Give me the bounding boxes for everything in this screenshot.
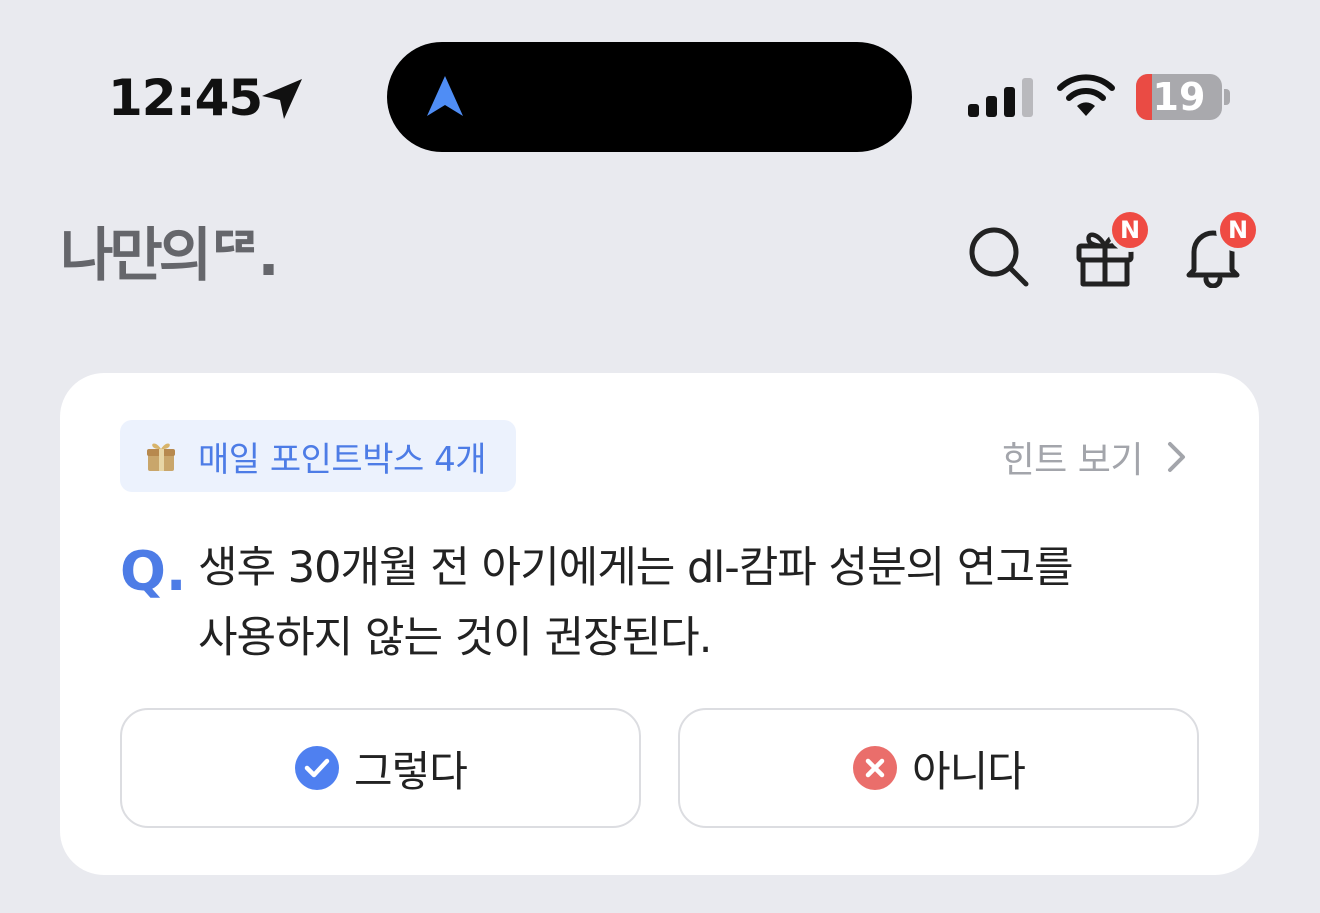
- app-screen: 12:45 19 나만의ᄃᄅ. N N 매일 포인트박스 4개 힌트 보기 Q.…: [0, 0, 1320, 913]
- hint-label: 힌트 보기: [1001, 440, 1144, 481]
- answer-yes-button[interactable]: 그렇다: [120, 708, 641, 828]
- search-icon[interactable]: [966, 224, 1032, 290]
- bell-notification-badge: N: [1216, 208, 1260, 252]
- dynamic-island: [387, 42, 912, 152]
- daily-pointbox-label: 매일 포인트박스 4개: [198, 439, 487, 480]
- question-marker: Q.: [120, 540, 187, 603]
- quiz-card: 매일 포인트박스 4개 힌트 보기 Q. 생후 30개월 전 아기에게는 dl-…: [60, 373, 1259, 875]
- check-circle-icon: [295, 746, 340, 790]
- gift-box-icon: [147, 443, 175, 471]
- location-arrow-icon: [262, 79, 302, 119]
- answer-yes-label: 그렇다: [354, 746, 468, 796]
- daily-pointbox-chip[interactable]: 매일 포인트박스 4개: [120, 420, 516, 492]
- battery-level: 19: [1152, 75, 1206, 119]
- wifi-icon: [1057, 74, 1115, 116]
- x-circle-icon: [853, 746, 898, 790]
- navigation-icon: [427, 76, 463, 116]
- cellular-signal-icon: [968, 78, 1033, 117]
- status-time: 12:45: [108, 69, 263, 127]
- hint-link[interactable]: 힌트 보기: [1002, 431, 1189, 483]
- battery-cap: [1224, 89, 1230, 105]
- app-logo[interactable]: 나만의ᄃᄅ.: [60, 220, 279, 290]
- answer-no-label: 아니다: [912, 746, 1026, 796]
- answer-no-button[interactable]: 아니다: [678, 708, 1199, 828]
- battery-icon: 19: [1136, 74, 1222, 120]
- gift-notification-badge: N: [1108, 208, 1152, 252]
- chevron-right-icon: [1168, 442, 1185, 472]
- question-text: 생후 30개월 전 아기에게는 dl-캄파 성분의 연고를 사용하지 않는 것이…: [198, 543, 1074, 663]
